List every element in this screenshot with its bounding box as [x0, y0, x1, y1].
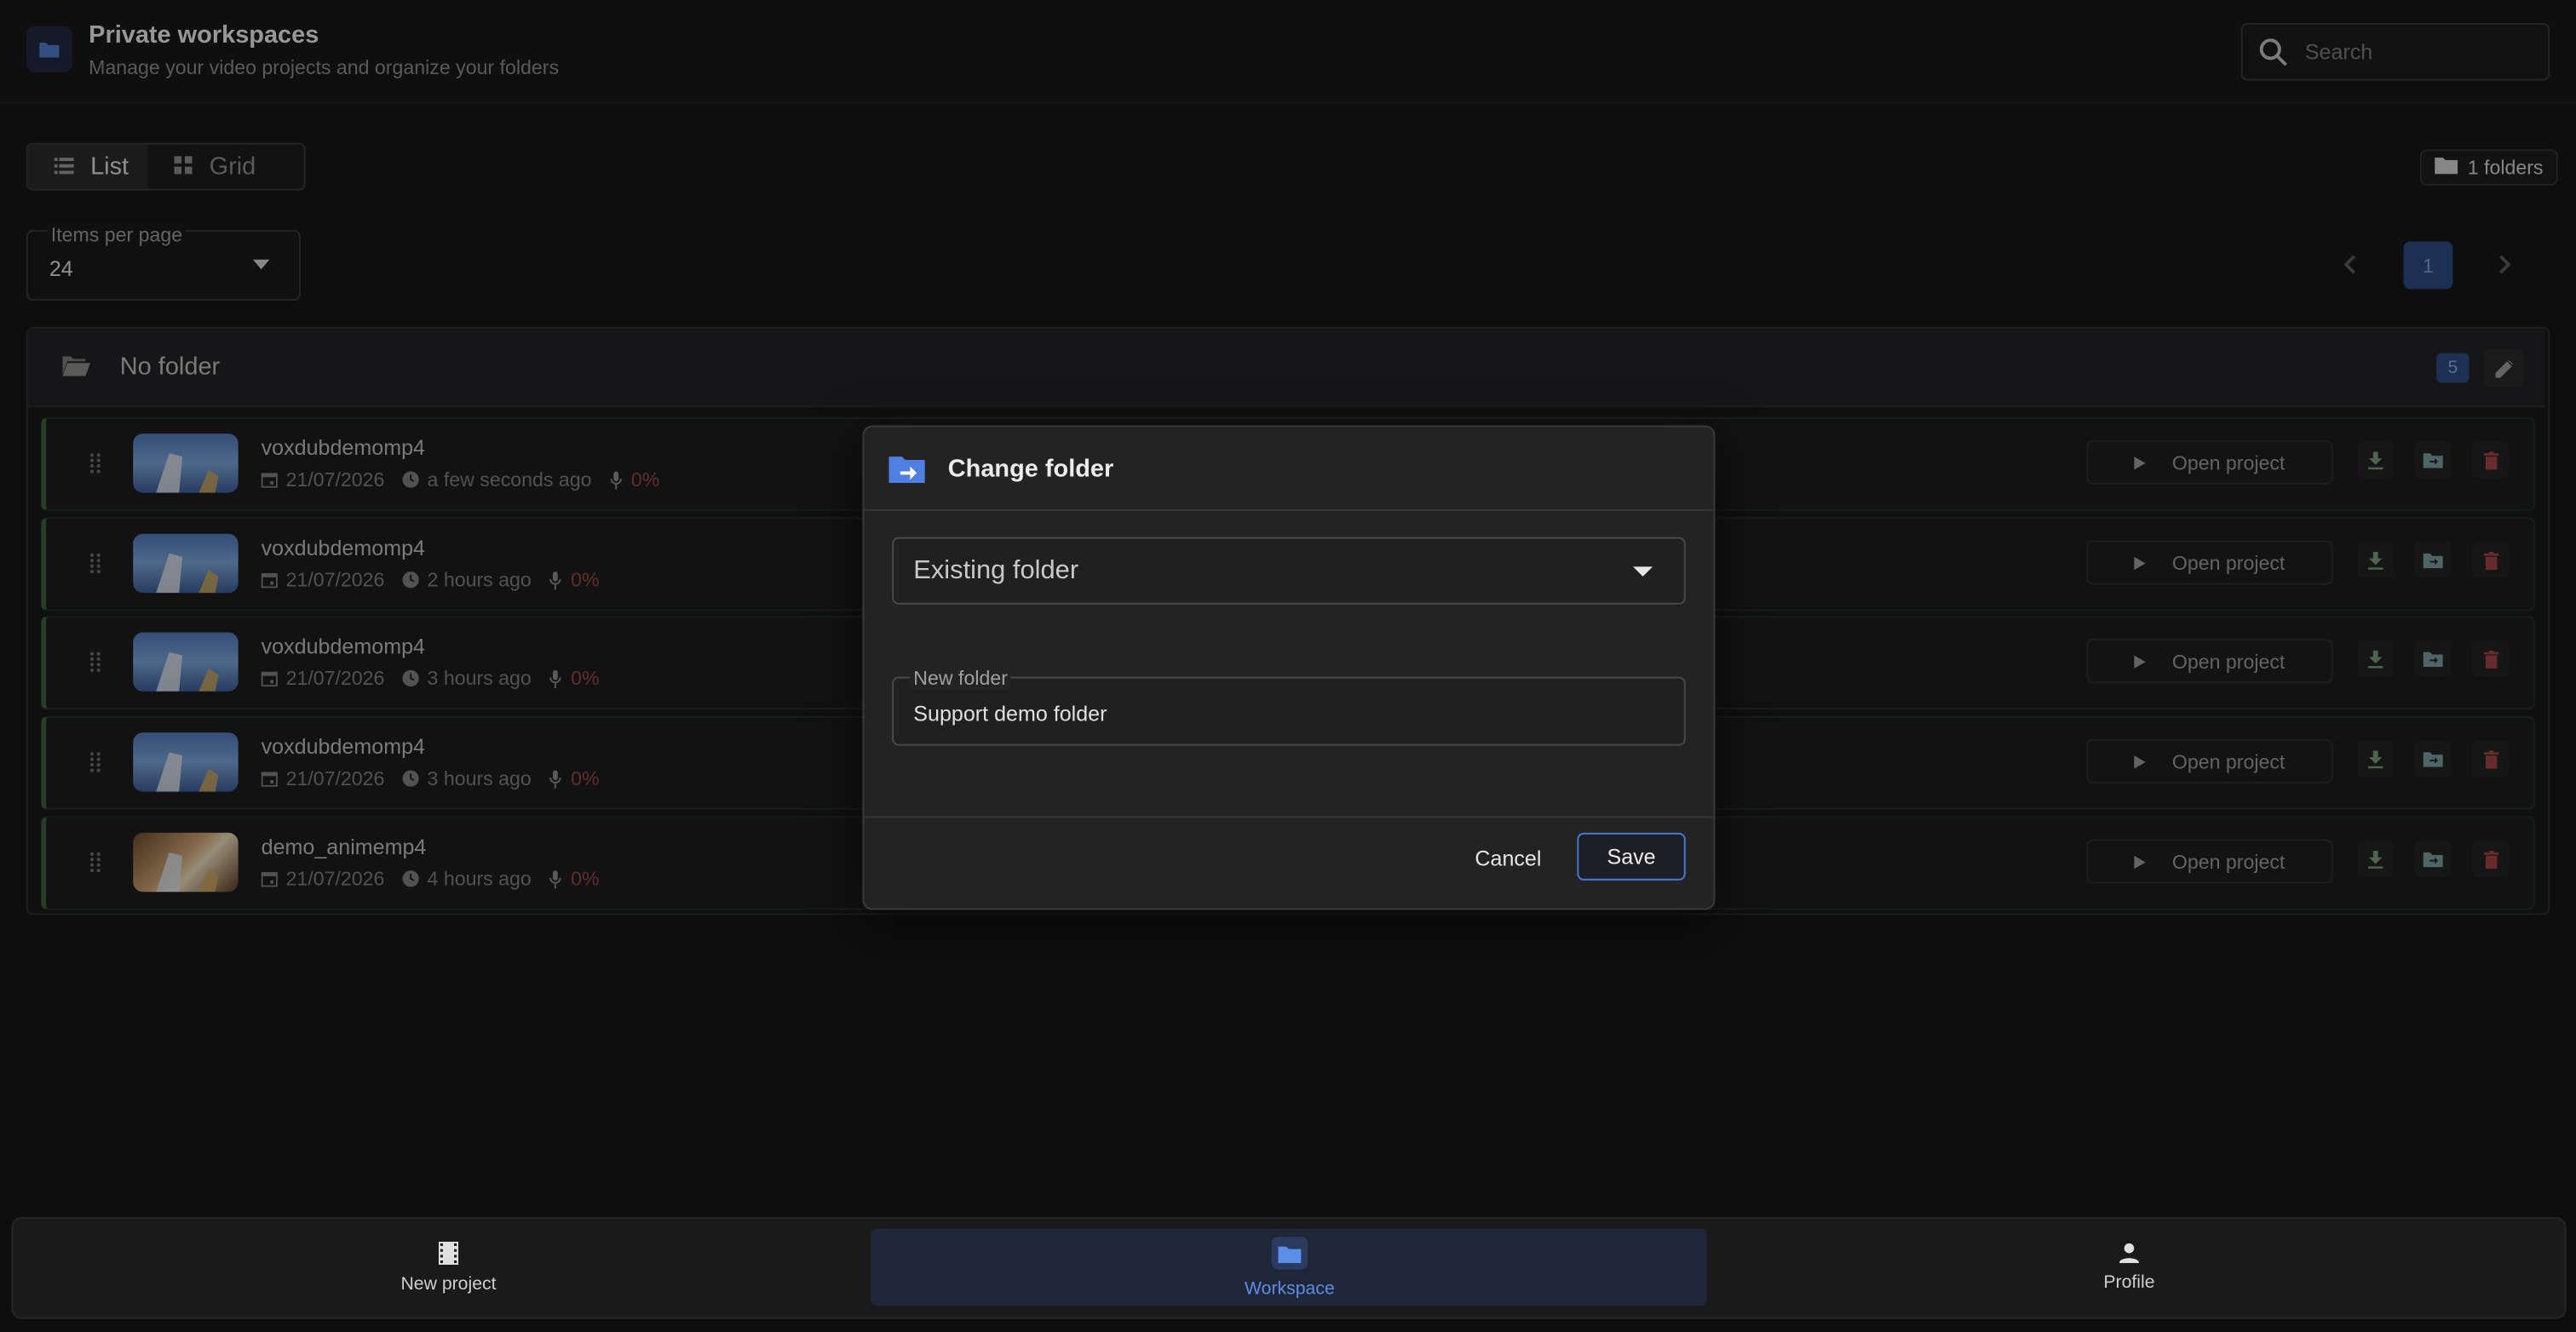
nav-workspace[interactable]: Workspace: [1208, 1219, 1372, 1318]
new-folder-field[interactable]: New folder: [892, 667, 1686, 746]
person-icon: [2119, 1243, 2139, 1264]
nav-profile-label: Profile: [2103, 1272, 2155, 1293]
bottom-navigation: New project Workspace Profile: [11, 1217, 2567, 1319]
save-button[interactable]: Save: [1577, 832, 1686, 881]
nav-new-project[interactable]: New project: [366, 1219, 531, 1318]
dialog-title: Change folder: [947, 455, 1114, 483]
new-folder-input[interactable]: [913, 701, 1653, 726]
dialog-header: Change folder: [864, 427, 1714, 511]
existing-folder-value: Existing folder: [913, 556, 1079, 585]
folder-move-icon: [888, 453, 925, 491]
change-folder-dialog: Change folder Existing folder New folder…: [862, 425, 1716, 910]
film-icon: [438, 1242, 459, 1265]
new-folder-label: New folder: [910, 667, 1011, 690]
chevron-down-icon: [1633, 566, 1653, 577]
nav-workspace-label: Workspace: [1245, 1279, 1335, 1300]
cancel-button[interactable]: Cancel: [1459, 836, 1558, 881]
existing-folder-select[interactable]: Existing folder: [892, 537, 1686, 605]
dialog-divider: [864, 816, 1714, 818]
folder-icon: [1271, 1237, 1308, 1270]
nav-new-project-label: New project: [400, 1274, 497, 1295]
nav-profile[interactable]: Profile: [2047, 1219, 2211, 1318]
